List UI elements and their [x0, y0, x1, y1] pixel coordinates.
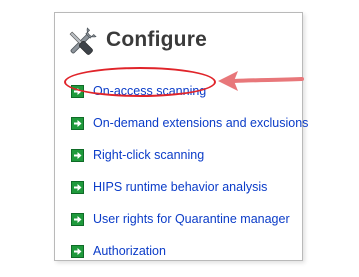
panel-header: Configure — [55, 13, 302, 73]
configure-panel: Configure On-access scanning On-demand e… — [54, 12, 308, 261]
menu-item-label[interactable]: Authorization — [93, 244, 166, 258]
menu-item-on-access-scanning[interactable]: On-access scanning — [71, 75, 303, 107]
tools-icon — [69, 27, 97, 55]
menu-item-on-demand-extensions[interactable]: On-demand extensions and exclusions — [71, 107, 308, 139]
menu-item-label[interactable]: HIPS runtime behavior analysis — [93, 180, 267, 194]
configure-menu: On-access scanning On-demand extensions … — [71, 75, 308, 267]
green-arrow-icon — [71, 148, 84, 162]
green-arrow-icon — [71, 212, 84, 226]
green-arrow-icon — [71, 180, 84, 194]
menu-item-authorization[interactable]: Authorization — [71, 235, 303, 267]
green-arrow-icon — [71, 244, 84, 258]
menu-item-user-rights-quarantine[interactable]: User rights for Quarantine manager — [71, 203, 303, 235]
menu-item-hips-runtime[interactable]: HIPS runtime behavior analysis — [71, 171, 303, 203]
menu-item-label[interactable]: Right-click scanning — [93, 148, 204, 162]
menu-item-label[interactable]: On-demand extensions and exclusions — [93, 116, 308, 130]
green-arrow-icon — [71, 84, 84, 98]
green-arrow-icon — [71, 116, 84, 130]
menu-item-label[interactable]: User rights for Quarantine manager — [93, 212, 290, 226]
menu-item-label[interactable]: On-access scanning — [93, 84, 206, 98]
menu-item-right-click-scanning[interactable]: Right-click scanning — [71, 139, 303, 171]
page-title: Configure — [106, 28, 207, 51]
